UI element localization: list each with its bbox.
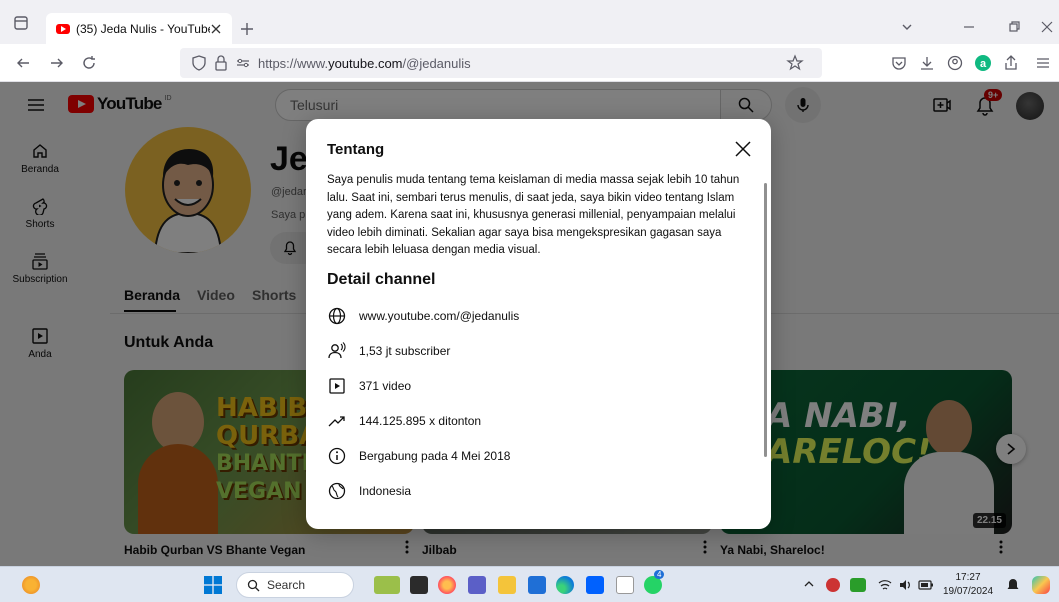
back-icon[interactable]	[14, 54, 32, 72]
url-text: https://www.youtube.com/@jedanulis	[258, 56, 471, 71]
windows-start-icon[interactable]	[204, 576, 222, 594]
close-icon[interactable]	[732, 138, 754, 160]
whatsapp-badge: 4	[654, 570, 665, 579]
detail-text: 144.125.895 x ditonton	[359, 414, 482, 428]
detail-row-country: Indonesia	[327, 480, 411, 502]
new-tab-icon[interactable]	[238, 20, 256, 38]
detail-text: www.youtube.com/@jedanulis	[359, 309, 520, 323]
lock-icon[interactable]	[212, 54, 230, 72]
globe-region-icon	[328, 482, 346, 500]
taskbar-app-file-explorer-icon[interactable]	[498, 576, 516, 594]
video-icon	[329, 378, 345, 394]
about-dialog: Tentang Saya penulis muda tentang tema k…	[306, 119, 771, 529]
browser-tab-bar: (35) Jeda Nulis - YouTube	[0, 0, 1059, 44]
detail-row-views: 144.125.895 x ditonton	[327, 410, 481, 432]
detail-row-videos: 371 video	[327, 375, 411, 397]
app-menu-icon[interactable]	[1034, 54, 1052, 72]
taskbar-app-whatsapp-icon[interactable]: 4	[644, 570, 665, 594]
forward-icon[interactable]	[48, 54, 66, 72]
battery-icon[interactable]	[918, 579, 934, 591]
trending-icon	[328, 416, 345, 427]
taskbar-app-edge-icon[interactable]	[556, 576, 574, 594]
globe-icon	[328, 307, 346, 325]
share-icon[interactable]	[1002, 54, 1020, 72]
subscriber-icon	[328, 342, 346, 359]
taskbar-app-game-icon[interactable]	[374, 576, 400, 594]
address-bar[interactable]: https://www.youtube.com/@jedanulis	[180, 48, 822, 78]
restore-icon[interactable]	[1005, 18, 1023, 36]
taskbar-clock[interactable]: 17:27 19/07/2024	[938, 571, 998, 599]
clock-date: 19/07/2024	[942, 586, 994, 597]
detail-row-subscribers: 1,53 jt subscriber	[327, 340, 450, 362]
minimize-icon[interactable]	[960, 18, 978, 36]
browser-tab[interactable]: (35) Jeda Nulis - YouTube	[46, 13, 232, 44]
tab-list-icon[interactable]	[12, 14, 30, 32]
detail-text: Bergabung pada 4 Mei 2018	[359, 449, 511, 463]
taskbar-app-store-icon[interactable]	[528, 576, 546, 594]
detail-row-url[interactable]: www.youtube.com/@jedanulis	[327, 305, 519, 327]
navigation-toolbar: https://www.youtube.com/@jedanulis a	[0, 44, 1059, 82]
dialog-title: Tentang	[327, 141, 385, 158]
tracking-shield-icon[interactable]	[190, 54, 208, 72]
show-hidden-icons-icon[interactable]	[804, 580, 814, 588]
downloads-icon[interactable]	[918, 54, 936, 72]
search-icon	[247, 579, 260, 592]
account-icon[interactable]	[946, 54, 964, 72]
info-icon	[328, 447, 346, 465]
windows-taskbar: Search 4 17:27 19/07/2024	[0, 566, 1059, 602]
channel-description: Saya penulis muda tentang tema keislaman…	[327, 174, 740, 256]
taskbar-app-dropbox-icon[interactable]	[586, 576, 604, 594]
tab-title: (35) Jeda Nulis - YouTube	[76, 21, 210, 36]
bookmark-star-icon[interactable]	[786, 54, 804, 72]
clock-time: 17:27	[955, 572, 981, 583]
wifi-icon[interactable]	[878, 578, 892, 592]
taskbar-app-amazon-icon[interactable]	[616, 576, 634, 594]
volume-icon[interactable]	[898, 578, 912, 592]
pocket-icon[interactable]	[890, 54, 908, 72]
dialog-scrollbar[interactable]	[764, 183, 767, 457]
widgets-weather-icon[interactable]	[22, 576, 40, 594]
reload-icon[interactable]	[80, 54, 98, 72]
permissions-icon[interactable]	[234, 54, 252, 72]
taskbar-app-firefox-icon[interactable]	[438, 576, 456, 594]
extension-a-icon[interactable]: a	[974, 54, 992, 72]
tray-app-icon[interactable]	[826, 578, 840, 592]
svg-text:a: a	[980, 58, 987, 70]
detail-row-joined: Bergabung pada 4 Mei 2018	[327, 445, 510, 467]
detail-text: Indonesia	[359, 484, 412, 498]
taskbar-app-teams-icon[interactable]	[468, 576, 486, 594]
taskbar-search-label: Search	[267, 578, 306, 592]
taskbar-search-box[interactable]: Search	[236, 572, 354, 598]
notification-bell-icon[interactable]	[1006, 578, 1020, 592]
close-window-icon[interactable]	[1038, 18, 1056, 36]
tray-cloud-icon[interactable]	[850, 578, 866, 592]
detail-text: 371 video	[359, 379, 412, 393]
taskbar-app-terminal-icon[interactable]	[410, 576, 428, 594]
detail-text: 1,53 jt subscriber	[359, 344, 451, 358]
close-tab-icon[interactable]	[210, 23, 222, 35]
list-all-tabs-icon[interactable]	[898, 18, 916, 36]
youtube-favicon-icon	[56, 23, 70, 34]
detail-channel-heading: Detail channel	[327, 271, 436, 288]
tray-copilot-icon[interactable]	[1032, 576, 1050, 594]
